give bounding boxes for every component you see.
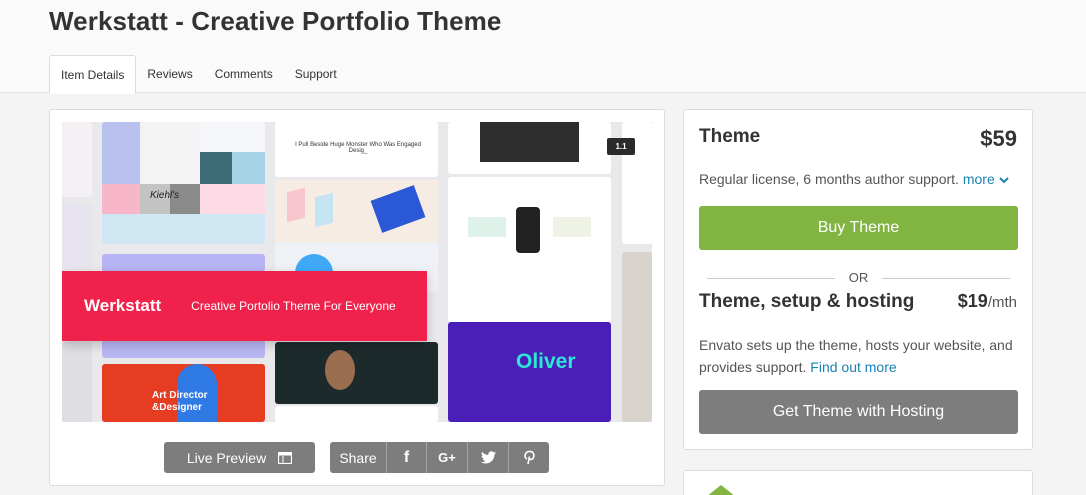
more-link-label: more [962,171,995,187]
version-badge: 1.1 [607,138,635,155]
header: Werkstatt - Creative Portfolio Theme Ite… [0,0,1086,94]
tab-reviews[interactable]: Reviews [136,55,203,93]
preview-card-features [448,282,611,322]
facebook-icon[interactable]: f [387,442,427,473]
or-divider: OR [707,270,1010,286]
monster-headline: I Pull Beside Huge Monster Who Was Engag… [295,142,421,154]
preview-card-moodboard: Kiehl's [102,122,265,244]
art-director-text: Art Director &Designer [152,390,208,413]
hosting-price-amount: $19 [957,291,988,311]
hosting-price-unit: /mth [987,294,1017,311]
secondary-panel [683,470,1033,495]
preview-card-monster: I Pull Beside Huge Monster Who Was Engag… [275,122,438,177]
preview-card-dark-photo [448,122,611,174]
tab-comments[interactable]: Comments [204,55,284,93]
hosting-price: $19/mth [958,291,1017,312]
werkstatt-banner: Werkstatt Creative Portolio Theme For Ev… [62,271,427,341]
license-description-text: Regular license, 6 months author support… [699,171,959,187]
tab-support[interactable]: Support [284,55,348,93]
preview-card-purple-1 [102,254,265,272]
chevron-down-icon [998,177,1009,184]
google-plus-icon[interactable]: G+ [427,442,468,473]
buy-theme-button[interactable]: Buy Theme [699,206,1018,250]
window-icon [278,451,293,464]
preview-card-isometric [275,180,438,242]
item-tabs: Item Details Reviews Comments Support [49,55,348,94]
oliver-text: Oliver [516,350,576,373]
license-title: Theme [699,126,761,147]
share-group: Share f G+ [330,442,549,473]
banner-brand: Werkstatt [84,296,162,315]
preview-card-night [275,342,438,404]
preview-card-purple-2 [102,340,265,358]
license-description: Regular license, 6 months author support… [699,171,1009,187]
share-button[interactable]: Share [330,442,387,473]
page-title: Werkstatt - Creative Portfolio Theme [49,6,502,36]
get-theme-hosting-button[interactable]: Get Theme with Hosting [699,390,1018,434]
preview-card-letters [62,122,92,197]
live-preview-label: Live Preview [186,449,267,466]
twitter-icon[interactable] [468,442,509,473]
hosting-title: Theme, setup & hosting [699,291,915,312]
divider-line-right [882,278,1010,279]
license-price: $59 [980,126,1017,151]
pinterest-icon[interactable] [509,442,549,473]
preview-card-grey [62,342,92,422]
live-preview-button[interactable]: Live Preview [164,442,315,473]
hosting-description: Envato sets up the theme, hosts your web… [699,334,1024,378]
more-link[interactable]: more [963,171,1009,187]
badge-icon [706,485,736,495]
preview-card-right-photo [622,252,652,422]
find-out-more-link[interactable]: Find out more [810,359,896,375]
preview-card-lilac [62,204,92,269]
banner-tagline: Creative Portolio Theme For Everyone [191,299,396,313]
tab-item-details[interactable]: Item Details [49,55,137,94]
preview-card-white-bottom [275,406,438,422]
kiehls-text: Kiehl's [150,190,180,201]
theme-preview-image[interactable]: Kiehl's Art Director &Designer I Pull Be… [62,122,652,422]
purchase-panel: Theme $59 Regular license, 6 months auth… [683,109,1033,450]
preview-panel: Kiehl's Art Director &Designer I Pull Be… [49,109,665,486]
